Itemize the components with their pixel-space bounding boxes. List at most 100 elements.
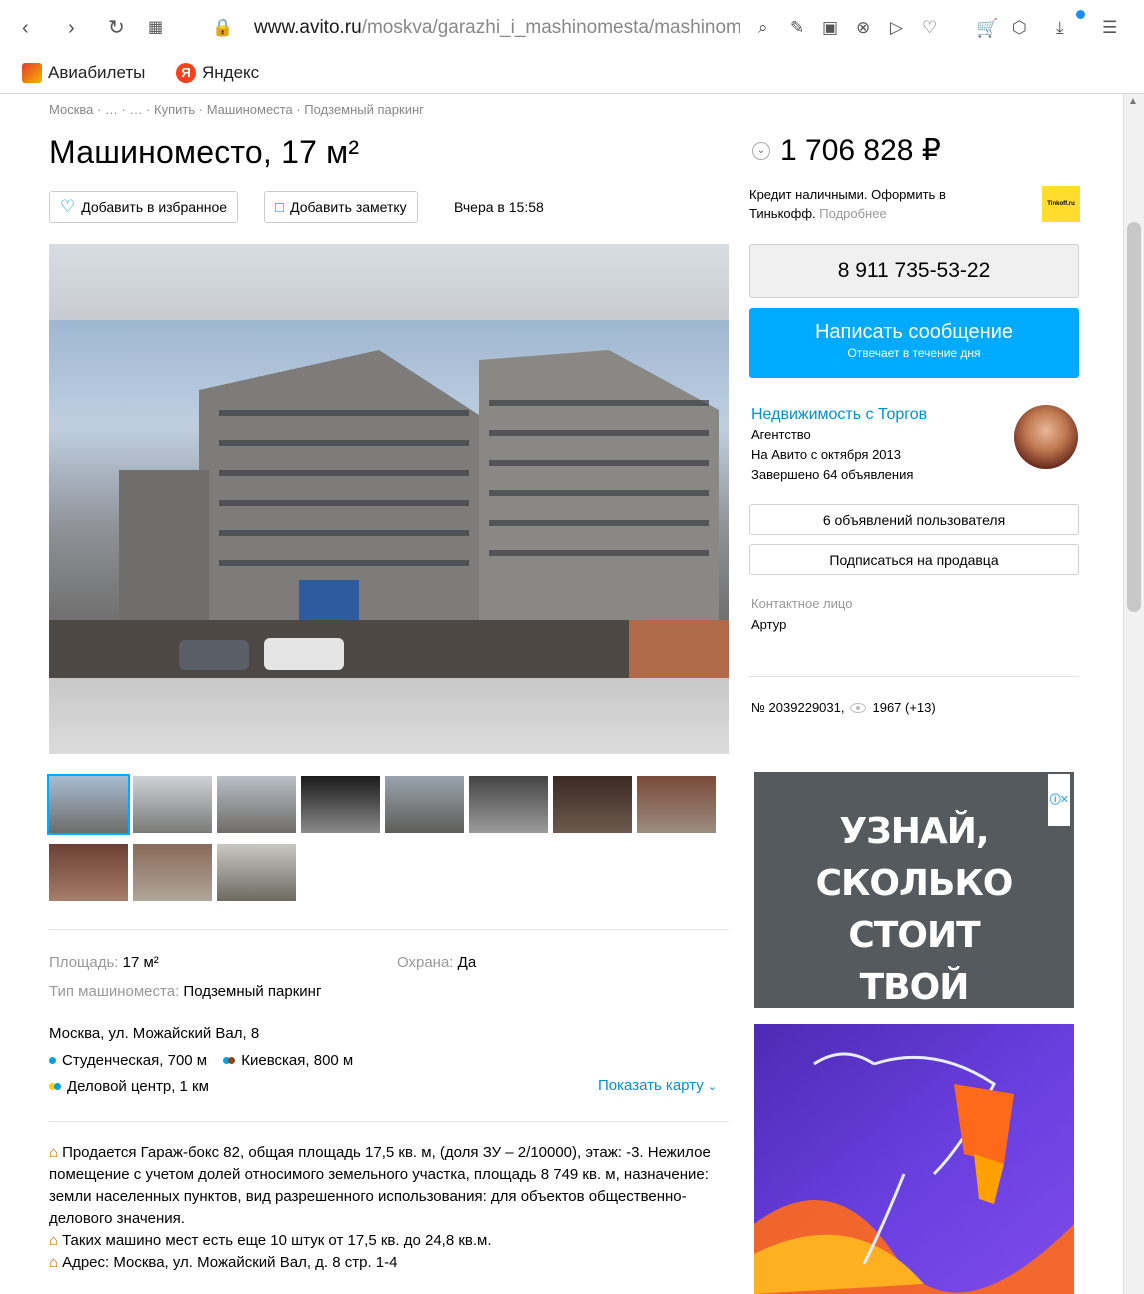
- favorite-label: Добавить в избранное: [81, 199, 228, 215]
- reload-icon[interactable]: ↻: [108, 16, 125, 40]
- scroll-thumb[interactable]: [1127, 222, 1141, 612]
- thumbnail[interactable]: [301, 776, 380, 833]
- ad-number-value: № 2039229031,: [751, 700, 845, 715]
- chevron-down-icon[interactable]: ⌄: [752, 141, 770, 160]
- package-icon[interactable]: ⬡: [1012, 16, 1027, 40]
- divider: [49, 929, 729, 930]
- banner-line: СКОЛЬКО СТОИТ: [815, 863, 1014, 956]
- credit-offer: Кредит наличными. Оформить в Тинькофф. П…: [749, 185, 989, 223]
- building-photo: [49, 320, 729, 678]
- notification-dot: [1076, 10, 1085, 19]
- contact-person: Контактное лицо Артур: [751, 593, 852, 635]
- user-listings-button[interactable]: 6 объявлений пользователя: [749, 504, 1079, 535]
- bookmark-yandex[interactable]: Я Яндекс: [176, 63, 259, 83]
- note-icon: □: [275, 198, 285, 216]
- thumbnail[interactable]: [217, 776, 296, 833]
- credit-more-link[interactable]: Подробнее: [819, 206, 886, 221]
- bookmark-aviabilety[interactable]: Авиабилеты: [22, 63, 145, 83]
- avatar[interactable]: [1014, 405, 1078, 469]
- send-icon[interactable]: ▷: [890, 16, 903, 40]
- yandex-icon: Я: [176, 63, 196, 83]
- description: ⌂ Продается Гараж-бокс 82, общая площадь …: [49, 1142, 729, 1274]
- thumbnail[interactable]: [47, 774, 130, 835]
- bookmark-label: Авиабилеты: [48, 63, 146, 82]
- page-scrollbar[interactable]: ▲: [1123, 94, 1144, 1294]
- price-value: 1 706 828 ₽: [780, 134, 941, 167]
- add-note-button[interactable]: □ Добавить заметку: [264, 191, 418, 223]
- house-icon: ⌂: [49, 1254, 59, 1271]
- metro-row-2: Деловой центр, 1 км: [49, 1077, 209, 1095]
- seller-completed: Завершено 64 объявления: [751, 467, 914, 482]
- thumbnail[interactable]: [217, 844, 296, 901]
- ad-close-icon[interactable]: ⓘ✕: [1047, 774, 1070, 826]
- chevron-down-icon: ⌄: [707, 1081, 718, 1093]
- thumbnail[interactable]: [553, 776, 632, 833]
- download-icon[interactable]: ⤓: [1056, 16, 1064, 40]
- building-illustration: [49, 350, 729, 678]
- house-icon: ⌂: [49, 1232, 59, 1249]
- seller-type: Агентство: [751, 427, 811, 442]
- description-text: Таких машино мест есть еще 10 штук от 17…: [62, 1232, 492, 1249]
- search-icon[interactable]: ⌕: [758, 16, 768, 40]
- divider: [49, 1121, 729, 1122]
- metro-line-icon: [49, 1057, 56, 1064]
- metro-name: Киевская, 800 м: [241, 1052, 354, 1069]
- address-bar[interactable]: www.avito.ru/moskva/garazhi_i_mashinomes…: [254, 17, 740, 39]
- scroll-up-icon[interactable]: ▲: [1128, 96, 1138, 107]
- main-photo[interactable]: [49, 244, 729, 754]
- screenshot-icon[interactable]: ▣: [822, 16, 838, 40]
- tabs-grid-icon[interactable]: ▦: [148, 16, 163, 40]
- breadcrumb[interactable]: Москва · … · … · Купить · Машиноместа · …: [49, 102, 424, 117]
- lock-icon: 🔒: [212, 18, 234, 37]
- show-map-label: Показать карту: [598, 1077, 704, 1094]
- address-line: Москва, ул. Можайский Вал, 8: [49, 1025, 260, 1042]
- param-type: Тип машиноместа: Подземный паркинг: [49, 983, 321, 1000]
- metro-row-1: Студенческая, 700 м Киевская, 800 м: [49, 1051, 353, 1069]
- divider: [749, 676, 1079, 677]
- bookmark-label: Яндекс: [202, 63, 260, 82]
- edit-icon[interactable]: ✎: [790, 16, 804, 40]
- description-paragraph: ⌂ Адрес: Москва, ул. Можайский Вал, д. 8 …: [49, 1252, 729, 1274]
- subscribe-seller-button[interactable]: Подписаться на продавца: [749, 544, 1079, 575]
- param-key: Тип машиноместа:: [49, 983, 180, 1000]
- banner-line: УЗНАЙ,: [839, 811, 989, 852]
- write-message-button[interactable]: Написать сообщение Отвечает в течение дн…: [749, 308, 1079, 378]
- views-count: 1967 (+13): [872, 700, 936, 715]
- tinkoff-logo[interactable]: Tinkoff.ru: [1042, 186, 1080, 222]
- seller-name-link[interactable]: Недвижимость с Торгов: [751, 405, 927, 425]
- ad-banner-illustration[interactable]: [754, 1024, 1074, 1294]
- cart-icon[interactable]: 🛒: [976, 16, 998, 40]
- jumping-figure-illustration: [754, 1052, 1074, 1294]
- description-paragraph: ⌂ Продается Гараж-бокс 82, общая площадь …: [49, 1142, 729, 1230]
- message-label: Написать сообщение: [814, 321, 1013, 343]
- thumbnail[interactable]: [385, 776, 464, 833]
- ad-banner-smartphone[interactable]: ⓘ✕ УЗНАЙ, СКОЛЬКО СТОИТ ТВОЙ СМАРТФОН: [754, 772, 1074, 1060]
- thumbnail[interactable]: [469, 776, 548, 833]
- note-label: Добавить заметку: [290, 199, 407, 215]
- description-paragraph: ⌂ Таких машино мест есть еще 10 штук от 1…: [49, 1230, 729, 1252]
- settings-icon[interactable]: ☰: [1102, 16, 1117, 40]
- message-sublabel: Отвечает в течение дня: [847, 346, 981, 360]
- add-favorite-button[interactable]: ♡ Добавить в избранное: [49, 191, 239, 223]
- block-icon[interactable]: ⊗: [856, 16, 870, 40]
- metro-name: Деловой центр, 1 км: [67, 1078, 209, 1095]
- metro-name: Студенческая, 700 м: [62, 1052, 208, 1069]
- show-map-link[interactable]: Показать карту ⌄: [598, 1077, 717, 1094]
- contact-name: Артур: [751, 617, 787, 632]
- thumbnail[interactable]: [133, 776, 212, 833]
- publish-date: Вчера в 15:58: [454, 199, 544, 215]
- phone-button[interactable]: 8 911 735-53-22: [749, 244, 1079, 298]
- seller-info: Недвижимость с Торгов Агентство На Авито…: [751, 405, 927, 485]
- metro-station: Деловой центр, 1 км: [49, 1078, 209, 1095]
- metro-station: Студенческая, 700 м: [49, 1052, 207, 1069]
- param-key: Охрана:: [397, 954, 454, 971]
- thumbnail[interactable]: [133, 844, 212, 901]
- back-icon[interactable]: ‹: [22, 16, 29, 40]
- heart-icon[interactable]: ♡: [922, 16, 937, 40]
- forward-icon[interactable]: ›: [68, 16, 75, 40]
- thumbnail[interactable]: [637, 776, 716, 833]
- thumbnail[interactable]: [49, 844, 128, 901]
- param-value: Подземный паркинг: [183, 983, 322, 1000]
- seller-since: На Авито с октября 2013: [751, 447, 901, 462]
- description-text: Продается Гараж-бокс 82, общая площадь 1…: [49, 1144, 711, 1227]
